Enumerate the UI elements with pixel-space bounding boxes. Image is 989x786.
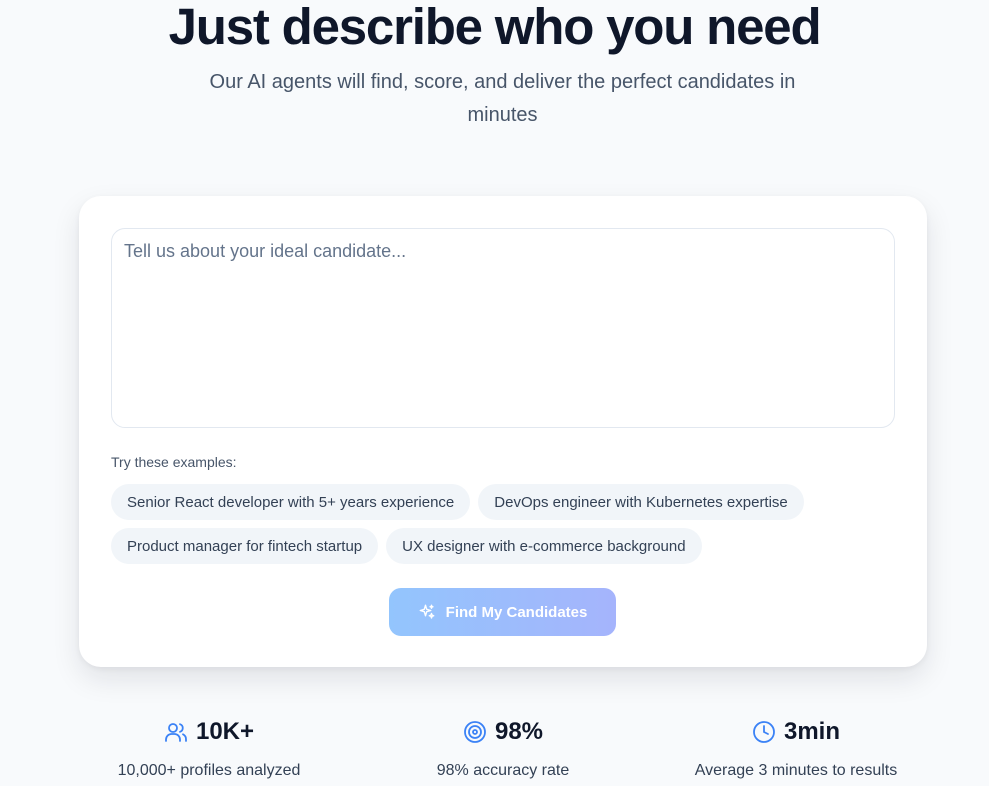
example-chip[interactable]: UX designer with e-commerce background [386, 528, 702, 564]
stat-value: 98% [494, 718, 544, 745]
find-candidates-label: Find My Candidates [445, 603, 588, 621]
search-card: Try these examples: Senior React develop… [79, 196, 927, 667]
stat-speed: 3min Average 3 minutes to results [676, 712, 916, 780]
stat-accuracy: 98% 98% accuracy rate [383, 712, 623, 780]
users-icon [164, 720, 188, 744]
stat-value: 10K+ [195, 718, 255, 745]
example-chip[interactable]: Senior React developer with 5+ years exp… [111, 484, 471, 520]
sparkles-icon [418, 603, 436, 621]
clock-icon [752, 720, 776, 744]
stats-row: 10K+ 10,000+ profiles analyzed 98% 98% a… [0, 712, 989, 786]
example-chip[interactable]: Product manager for fintech startup [111, 528, 379, 564]
stat-value: 3min [783, 718, 840, 745]
find-candidates-button[interactable]: Find My Candidates [389, 588, 616, 636]
example-chip[interactable]: DevOps engineer with Kubernetes expertis… [478, 484, 804, 520]
target-icon [463, 720, 487, 744]
stat-profiles: 10K+ 10,000+ profiles analyzed [89, 712, 329, 780]
candidate-description-input[interactable] [111, 228, 895, 428]
page-subtitle: Our AI agents will find, score, and deli… [209, 71, 796, 126]
example-chips: Senior React developer with 5+ years exp… [111, 484, 895, 564]
page: Just describe who you need Our AI agents… [0, 0, 989, 786]
page-title: Just describe who you need [168, 0, 822, 55]
stat-description: Average 3 minutes to results [694, 762, 898, 779]
stat-description: 98% accuracy rate [436, 762, 570, 779]
examples-label: Try these examples: [111, 454, 237, 470]
stat-description: 10,000+ profiles analyzed [117, 762, 301, 779]
